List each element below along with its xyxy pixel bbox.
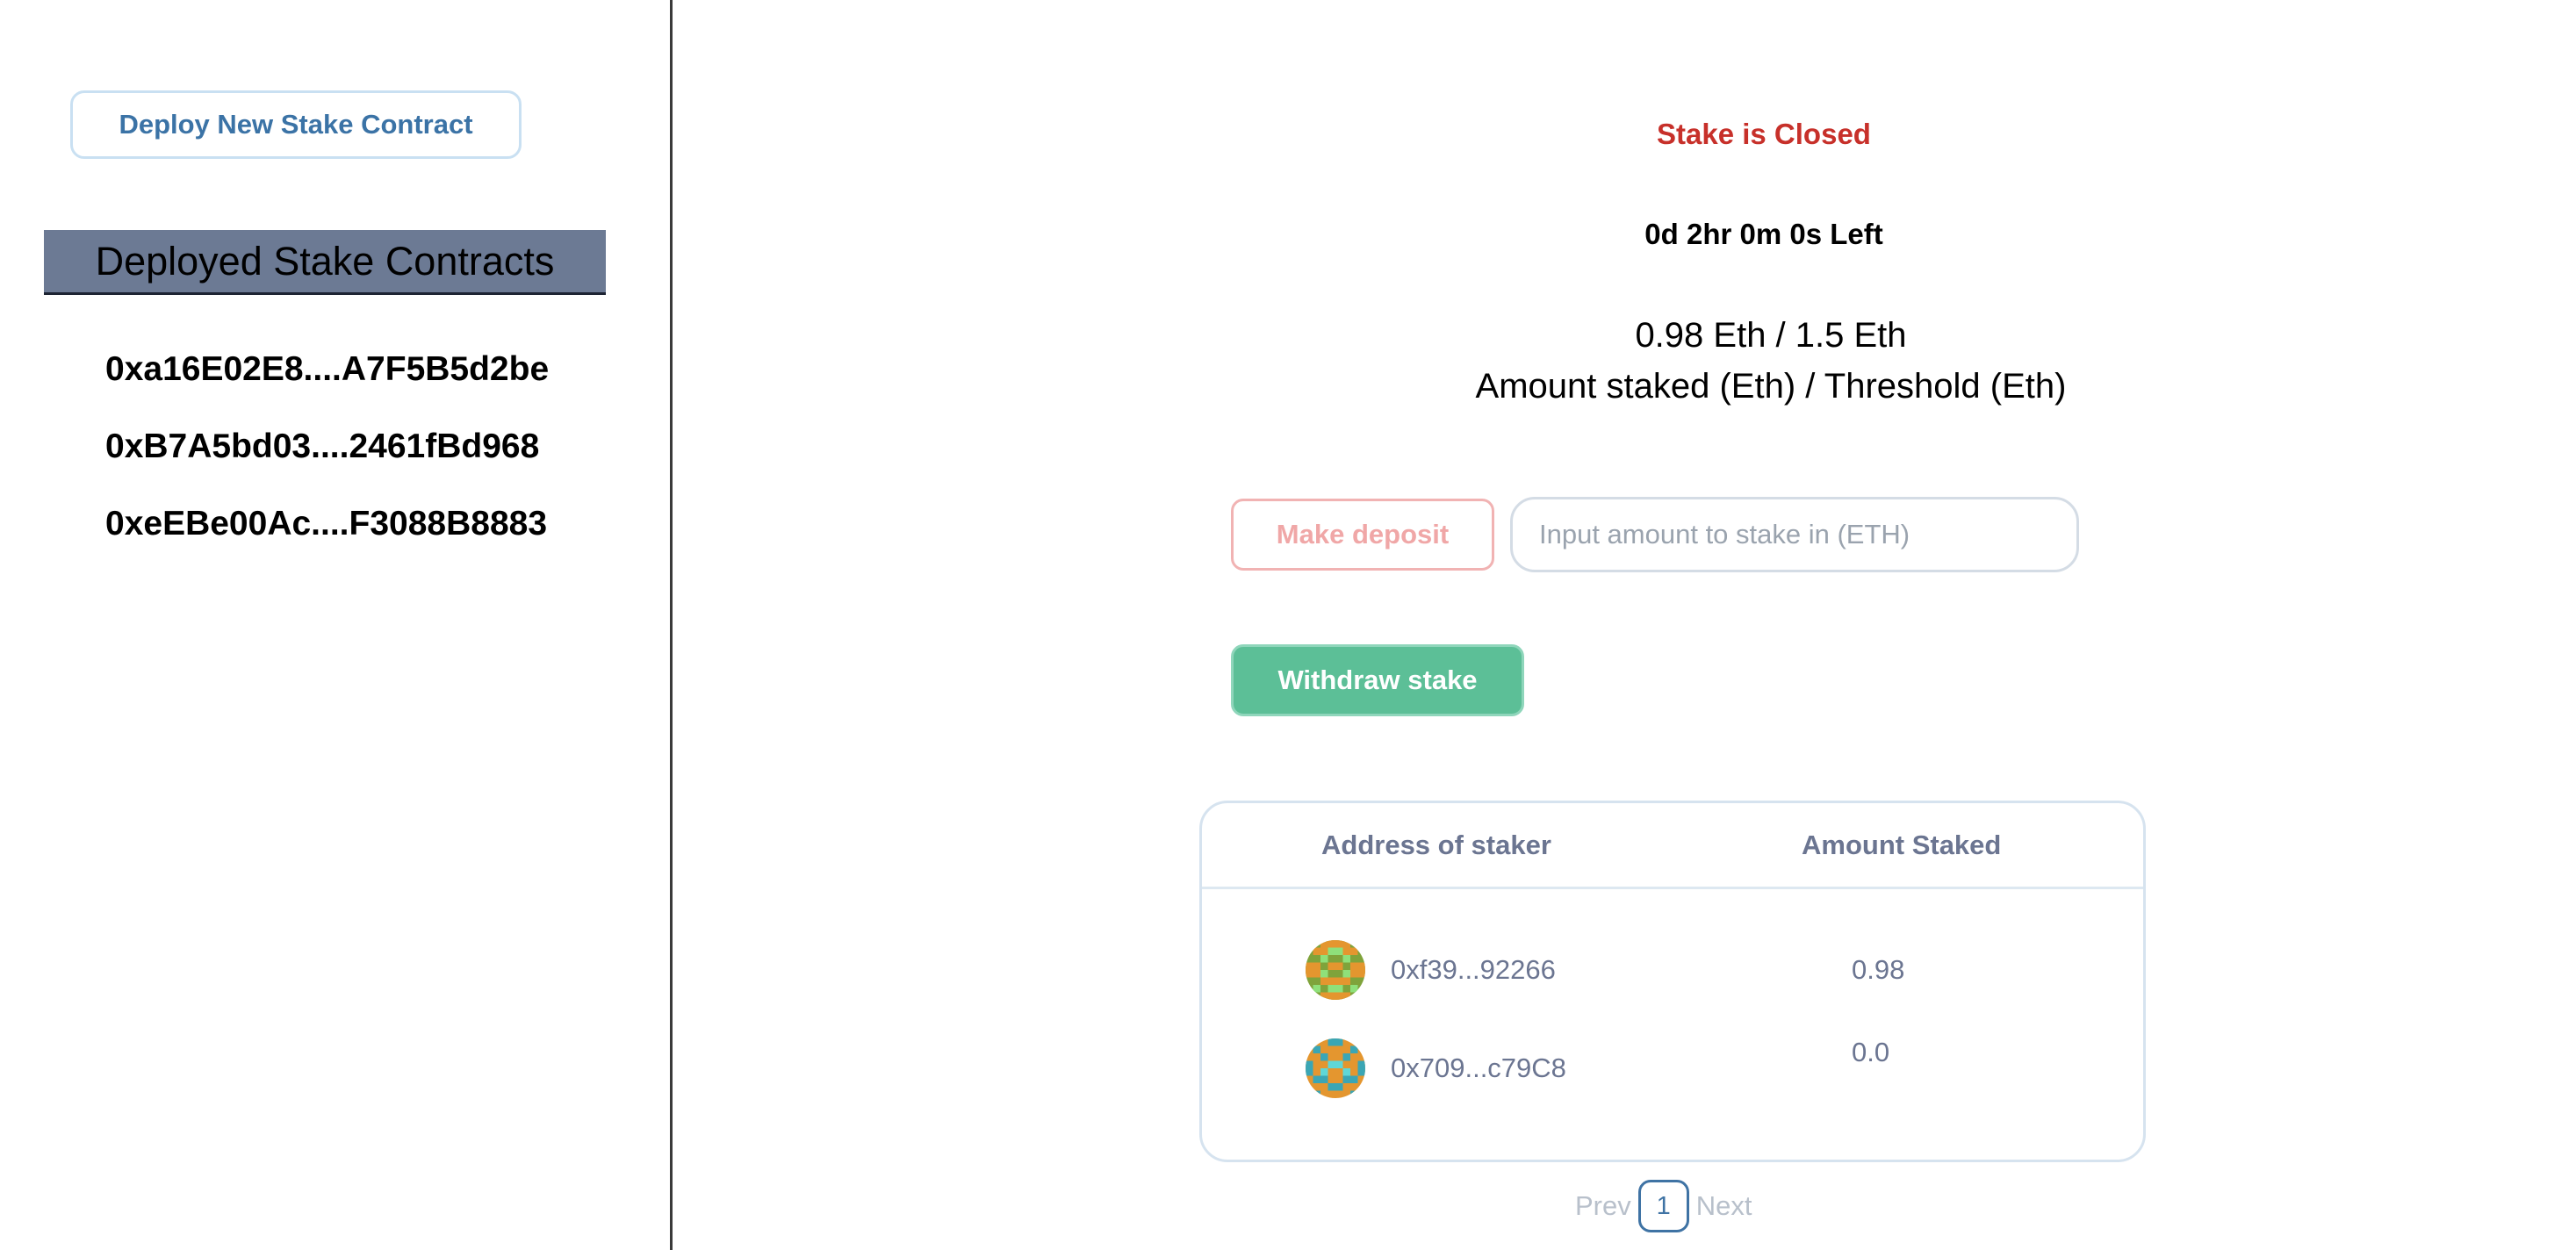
- pagination: Prev 1 Next: [1575, 1180, 1752, 1232]
- main-panel: Stake is Closed 0d 2hr 0m 0s Left 0.98 E…: [673, 0, 2576, 1250]
- withdraw-stake-button[interactable]: Withdraw stake: [1231, 644, 1524, 716]
- make-deposit-button[interactable]: Make deposit: [1231, 499, 1494, 571]
- stake-status: Stake is Closed: [1657, 118, 1871, 150]
- table-header: Address of staker Amount Staked: [1202, 803, 2143, 889]
- stakers-table: Address of staker Amount Staked 0xf39...…: [1199, 801, 2146, 1162]
- next-page-button[interactable]: Next: [1696, 1190, 1752, 1222]
- stake-amount-progress: 0.98 Eth / 1.5 Eth: [1635, 316, 1907, 355]
- sidebar: Deploy New Stake Contract Deployed Stake…: [0, 0, 673, 1250]
- avatar-icon: [1306, 940, 1365, 1000]
- stake-amount-caption: Amount staked (Eth) / Threshold (Eth): [1475, 367, 2067, 406]
- staked-amount: 0.98: [1852, 954, 1905, 985]
- table-row: 0xf39...92266 0.98: [1202, 935, 2143, 1005]
- staker-address[interactable]: 0x709...c79C8: [1391, 1052, 1566, 1084]
- table-row: 0x709...c79C8 0.0: [1202, 1033, 2143, 1103]
- staker-address[interactable]: 0xf39...92266: [1391, 954, 1556, 986]
- column-header-amount: Amount Staked: [1802, 830, 2002, 860]
- avatar-icon: [1306, 1038, 1365, 1098]
- staked-amount: 0.0: [1852, 1037, 1890, 1067]
- contract-item[interactable]: 0xa16E02E8....A7F5B5d2be: [105, 341, 549, 418]
- column-header-address: Address of staker: [1321, 830, 1551, 860]
- countdown-timer: 0d 2hr 0m 0s Left: [1644, 218, 1883, 250]
- deployed-contracts-list: 0xa16E02E8....A7F5B5d2be 0xB7A5bd03....2…: [105, 341, 549, 572]
- stake-amount-input[interactable]: [1510, 497, 2079, 572]
- contract-item[interactable]: 0xeEBe00Ac....F3088B8883: [105, 495, 549, 572]
- app-root: Deploy New Stake Contract Deployed Stake…: [0, 0, 2576, 1250]
- contract-item[interactable]: 0xB7A5bd03....2461fBd968: [105, 418, 549, 495]
- page-number-button[interactable]: 1: [1637, 1180, 1689, 1232]
- prev-page-button[interactable]: Prev: [1575, 1190, 1631, 1222]
- deploy-new-stake-contract-button[interactable]: Deploy New Stake Contract: [70, 90, 522, 159]
- deployed-contracts-header: Deployed Stake Contracts: [44, 230, 606, 295]
